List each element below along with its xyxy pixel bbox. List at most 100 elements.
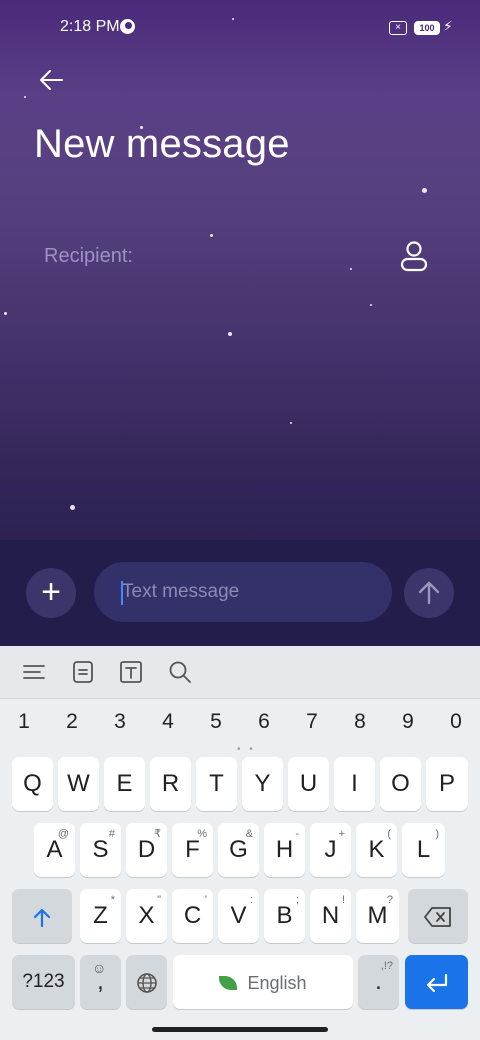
key-m-alt: ? [386,894,393,906]
key-x-alt: " [157,894,161,906]
symbols-key[interactable]: ?123 [12,955,75,1009]
key-w[interactable]: W [58,757,99,811]
contact-picker-button[interactable] [398,240,430,274]
key-i[interactable]: I [334,757,375,811]
menu-button[interactable] [20,658,48,686]
key-y[interactable]: Y [242,757,283,811]
language-key[interactable] [126,955,167,1009]
key-4[interactable]: 4 [148,710,188,734]
key-j-label: J [324,836,337,863]
key-a[interactable]: A @ [34,823,75,877]
key-b[interactable]: B; [264,889,305,943]
key-g[interactable]: G & [218,823,259,877]
key-d[interactable]: D ₹ [126,823,167,877]
attach-button[interactable]: + [26,568,76,618]
star [210,234,213,237]
key-z[interactable]: Z * [80,889,121,943]
key-k-alt: ( [387,828,391,840]
key-1[interactable]: 1 [4,710,44,734]
shift-key[interactable] [12,889,72,943]
key-c[interactable]: C ' [172,889,213,943]
message-input[interactable]: Text message [94,562,392,622]
key-s-label: S [92,836,109,863]
message-composer: + Text message [0,540,480,646]
key-h[interactable]: H- [264,823,305,877]
key-n-label: N [321,902,340,929]
period-key[interactable]: ,!? . [358,955,399,1009]
battery-icon: 100 [414,21,440,35]
key-8[interactable]: 8 [340,710,380,734]
key-v[interactable]: V: [218,889,259,943]
key-n-alt: ! [341,894,345,906]
star [350,268,352,270]
text-format-icon [120,661,142,683]
key-j[interactable]: J + [310,823,351,877]
charging-icon: ⚡ [443,18,453,34]
recipient-field[interactable]: Recipient: [44,245,133,268]
key-b-alt: ; [295,894,299,906]
key-p[interactable]: P [426,757,468,811]
key-u[interactable]: U [288,757,329,811]
globe-icon [136,972,157,993]
backspace-icon [424,906,451,927]
back-button[interactable] [36,64,68,96]
star [70,505,75,510]
star [24,96,26,98]
key-m[interactable]: M? [356,889,399,943]
key-r[interactable]: R [150,757,191,811]
page-title: New message [34,122,290,166]
status-time: 2:18 PM [60,18,120,35]
send-button[interactable] [404,568,454,618]
home-indicator[interactable] [152,1027,328,1032]
key-h-label: H [275,836,294,863]
search-icon [169,661,191,683]
message-placeholder: Text message [122,581,240,602]
key-z-alt: * [110,894,115,906]
key-k[interactable]: K( [356,823,397,877]
number-row: 1 2 3 4 5 6 7 8 9 0 [0,706,480,740]
period-key-alt: ,!? [380,960,393,972]
key-l-label: L [416,836,431,863]
keyboard: 1 2 3 4 5 6 7 8 9 0 • • Q W E R T Y U I … [0,646,480,1040]
space-bar[interactable]: English [173,955,353,1009]
menu-lines-icon [23,665,45,679]
key-a-alt: @ [57,828,69,840]
key-7[interactable]: 7 [292,710,332,734]
key-e[interactable]: E [104,757,145,811]
back-arrow-icon [40,70,63,90]
key-0[interactable]: 0 [436,710,476,734]
screen: 2:18 PM × 100 ⚡ New message Recipient: +… [0,0,480,1040]
search-button[interactable] [166,658,194,686]
key-o[interactable]: O [380,757,421,811]
key-x-label: X [138,902,155,929]
arrow-up-icon [418,581,440,605]
clipboard-button[interactable] [69,658,97,686]
star [4,312,7,315]
backspace-key[interactable] [408,889,468,943]
key-6[interactable]: 6 [244,710,284,734]
clipboard-icon [73,661,93,683]
key-5[interactable]: 5 [196,710,236,734]
focus-mode-icon [120,19,135,34]
key-n[interactable]: N! [310,889,351,943]
star [422,188,427,193]
key-l[interactable]: L) [402,823,445,877]
key-t[interactable]: T [196,757,237,811]
key-2[interactable]: 2 [52,710,92,734]
enter-arrow-icon [426,973,447,992]
key-q[interactable]: Q [12,757,53,811]
key-z-label: Z [93,902,108,929]
text-style-button[interactable] [117,658,145,686]
key-x[interactable]: X " [126,889,167,943]
key-s[interactable]: S # [80,823,121,877]
key-f[interactable]: F% [172,823,213,877]
key-3[interactable]: 3 [100,710,140,734]
shift-arrow-icon [33,908,51,927]
enter-key[interactable] [405,955,468,1009]
key-m-label: M [367,902,388,929]
key-c-label: C [183,902,202,929]
key-9[interactable]: 9 [388,710,428,734]
key-g-alt: & [245,828,253,840]
comma-key[interactable]: ☺ , [80,955,121,1009]
person-icon [400,241,428,272]
